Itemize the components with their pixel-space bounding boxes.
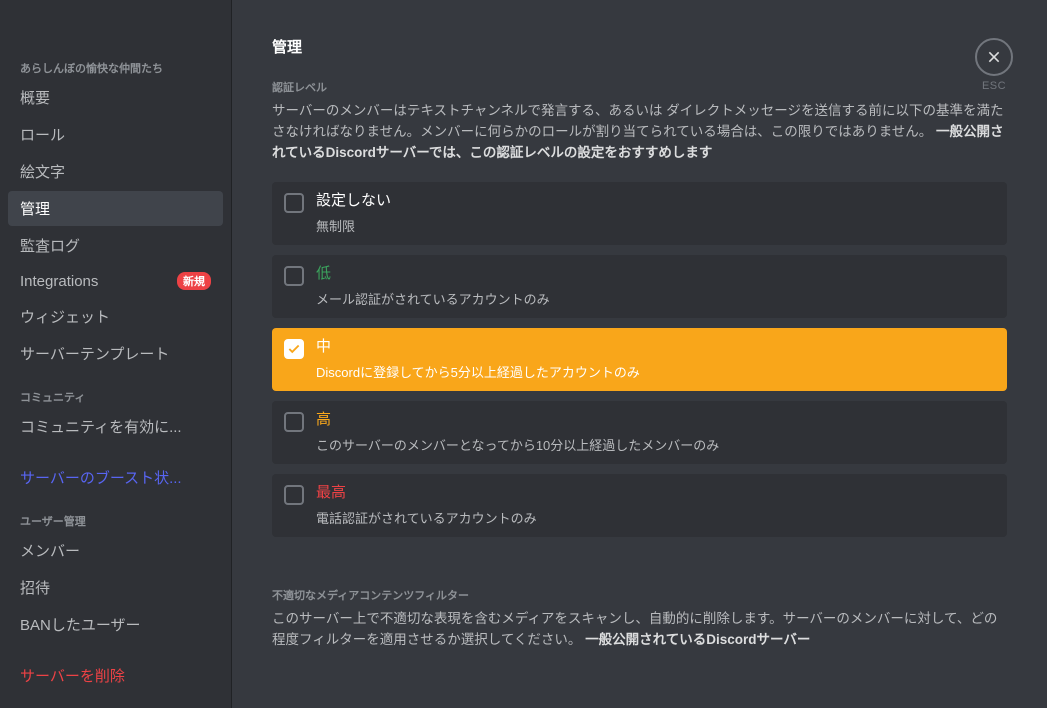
sidebar-item-label: ロール: [20, 124, 65, 145]
verification-option-high[interactable]: 高 このサーバーのメンバーとなってから10分以上経過したメンバーのみ: [272, 401, 1007, 464]
verification-option-low[interactable]: 低 メール認証がされているアカウントのみ: [272, 255, 1007, 318]
option-label: 高: [316, 411, 719, 429]
sidebar-item-delete-server[interactable]: サーバーを削除: [8, 658, 223, 693]
sidebar-item-label: サーバーテンプレート: [20, 343, 169, 364]
close-pane: ESC: [975, 38, 1013, 92]
sidebar-item-label: コミュニティを有効に...: [20, 416, 182, 437]
server-name-header: あらしんぼの愉快な仲間たち: [8, 60, 223, 80]
sidebar-item-label: BANしたユーザー: [20, 614, 141, 635]
sidebar-item-label: メンバー: [20, 540, 80, 561]
sidebar-item-server-template[interactable]: サーバーテンプレート: [8, 336, 223, 371]
checkbox-icon: [284, 339, 304, 359]
option-desc: このサーバーのメンバーとなってから10分以上経過したメンバーのみ: [316, 435, 719, 454]
sidebar-item-widget[interactable]: ウィジェット: [8, 299, 223, 334]
user-management-header: ユーザー管理: [8, 513, 223, 533]
sidebar-item-members[interactable]: メンバー: [8, 533, 223, 568]
sidebar-item-label: 概要: [20, 87, 50, 108]
new-badge: 新規: [177, 272, 211, 290]
option-desc: Discordに登録してから5分以上経過したアカウントのみ: [316, 362, 640, 381]
sidebar-item-bans[interactable]: BANしたユーザー: [8, 607, 223, 642]
text: サーバーのメンバーはテキストチャンネルで発言する、あるいは ダイレクトメッセージ…: [272, 103, 1004, 139]
option-desc: 電話認証がされているアカウントのみ: [316, 508, 537, 527]
option-label: 最高: [316, 484, 537, 502]
media-filter-description: このサーバー上で不適切な表現を含むメディアをスキャンし、自動的に削除します。サー…: [272, 609, 1007, 651]
checkbox-icon: [284, 412, 304, 432]
sidebar-item-label: サーバーのブースト状...: [20, 467, 182, 488]
option-desc: メール認証がされているアカウントのみ: [316, 289, 550, 308]
media-filter-header: 不適切なメディアコンテンツフィルター: [272, 587, 1007, 603]
sidebar-item-server-boost[interactable]: サーバーのブースト状...: [8, 460, 223, 495]
option-desc: 無制限: [316, 216, 391, 235]
sidebar-item-label: 招待: [20, 577, 50, 598]
sidebar-item-moderation[interactable]: 管理: [8, 191, 223, 226]
settings-sidebar: あらしんぼの愉快な仲間たち 概要 ロール 絵文字 管理 監査ログ Integra…: [0, 0, 232, 708]
sidebar-item-invites[interactable]: 招待: [8, 570, 223, 605]
verification-option-medium[interactable]: 中 Discordに登録してから5分以上経過したアカウントのみ: [272, 328, 1007, 391]
sidebar-item-overview[interactable]: 概要: [8, 80, 223, 115]
page-title: 管理: [272, 36, 1007, 57]
settings-content: 管理 認証レベル サーバーのメンバーはテキストチャンネルで発言する、あるいは ダ…: [232, 0, 1047, 708]
sidebar-item-label: Integrations: [20, 273, 98, 290]
sidebar-item-emoji[interactable]: 絵文字: [8, 154, 223, 189]
sidebar-item-label: 絵文字: [20, 161, 65, 182]
verification-level-description: サーバーのメンバーはテキストチャンネルで発言する、あるいは ダイレクトメッセージ…: [272, 101, 1007, 164]
checkbox-icon: [284, 485, 304, 505]
verification-option-highest[interactable]: 最高 電話認証がされているアカウントのみ: [272, 474, 1007, 537]
sidebar-item-integrations[interactable]: Integrations 新規: [8, 265, 223, 297]
sidebar-item-audit-log[interactable]: 監査ログ: [8, 228, 223, 263]
checkbox-icon: [284, 266, 304, 286]
option-label: 低: [316, 265, 550, 283]
option-label: 中: [316, 338, 640, 356]
close-label: ESC: [975, 80, 1013, 92]
option-label: 設定しない: [316, 192, 391, 210]
verification-option-none[interactable]: 設定しない 無制限: [272, 182, 1007, 245]
sidebar-item-label: 管理: [20, 198, 50, 219]
close-icon: [986, 49, 1002, 65]
sidebar-item-label: 監査ログ: [20, 235, 80, 256]
sidebar-item-roles[interactable]: ロール: [8, 117, 223, 152]
text-bold: 一般公開されているDiscordサーバー: [585, 632, 810, 647]
close-button[interactable]: [975, 38, 1013, 76]
verification-level-header: 認証レベル: [272, 79, 1007, 95]
sidebar-item-label: ウィジェット: [20, 306, 110, 327]
sidebar-item-label: サーバーを削除: [20, 665, 125, 686]
checkbox-icon: [284, 193, 304, 213]
sidebar-item-enable-community[interactable]: コミュニティを有効に...: [8, 409, 223, 444]
community-header: コミュニティ: [8, 389, 223, 409]
